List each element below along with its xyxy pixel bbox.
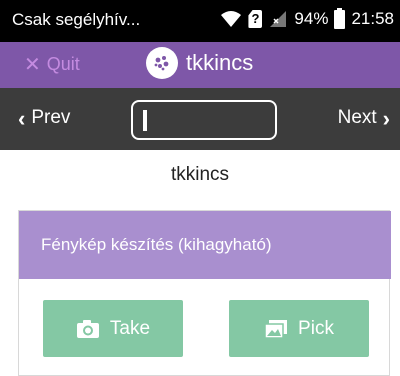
chevron-left-icon: ‹ — [18, 105, 26, 131]
prev-button[interactable]: ‹ Prev — [18, 107, 70, 129]
pick-photo-button[interactable]: Pick — [229, 300, 369, 357]
page-number-input[interactable] — [131, 100, 277, 140]
signal-icon — [270, 11, 287, 27]
page-title: tkkincs — [170, 164, 230, 185]
battery-percent: 94% — [294, 9, 329, 28]
app-header: ✕ Quit tkkincs — [0, 42, 400, 88]
text-cursor — [143, 110, 147, 131]
card-title: Fénykép készítés (kihagyható) — [41, 235, 272, 254]
carrier-text: Csak segélyhív... — [12, 10, 141, 29]
status-bar: Csak segélyhív... ? 94% 21:58 — [0, 0, 400, 42]
prev-label: Prev — [31, 107, 71, 128]
photo-card: Fénykép készítés (kihagyható) Take Pick — [18, 210, 391, 376]
quit-button[interactable]: ✕ Quit — [24, 54, 80, 75]
battery-icon — [334, 7, 346, 29]
clock: 21:58 — [351, 9, 394, 28]
sim-card-icon: ? — [248, 10, 263, 28]
card-header: Fénykép készítés (kihagyható) — [19, 211, 391, 279]
take-photo-button[interactable]: Take — [43, 300, 183, 357]
close-icon: ✕ — [24, 53, 41, 76]
chevron-right-icon: › — [382, 105, 390, 131]
status-indicators: ? 94% 21:58 — [220, 7, 394, 29]
next-button[interactable]: Next › — [338, 107, 390, 129]
nav-bar: ‹ Prev Next › — [0, 88, 400, 150]
quit-label: Quit — [46, 54, 80, 74]
pick-label: Pick — [298, 317, 334, 339]
image-gallery-icon — [264, 319, 288, 339]
camera-icon — [76, 319, 99, 338]
app-logo-icon — [146, 47, 178, 79]
brand: tkkincs — [146, 47, 253, 79]
wifi-icon — [221, 11, 242, 27]
next-label: Next — [337, 107, 377, 128]
app-title: tkkincs — [186, 50, 254, 75]
take-label: Take — [109, 317, 151, 339]
